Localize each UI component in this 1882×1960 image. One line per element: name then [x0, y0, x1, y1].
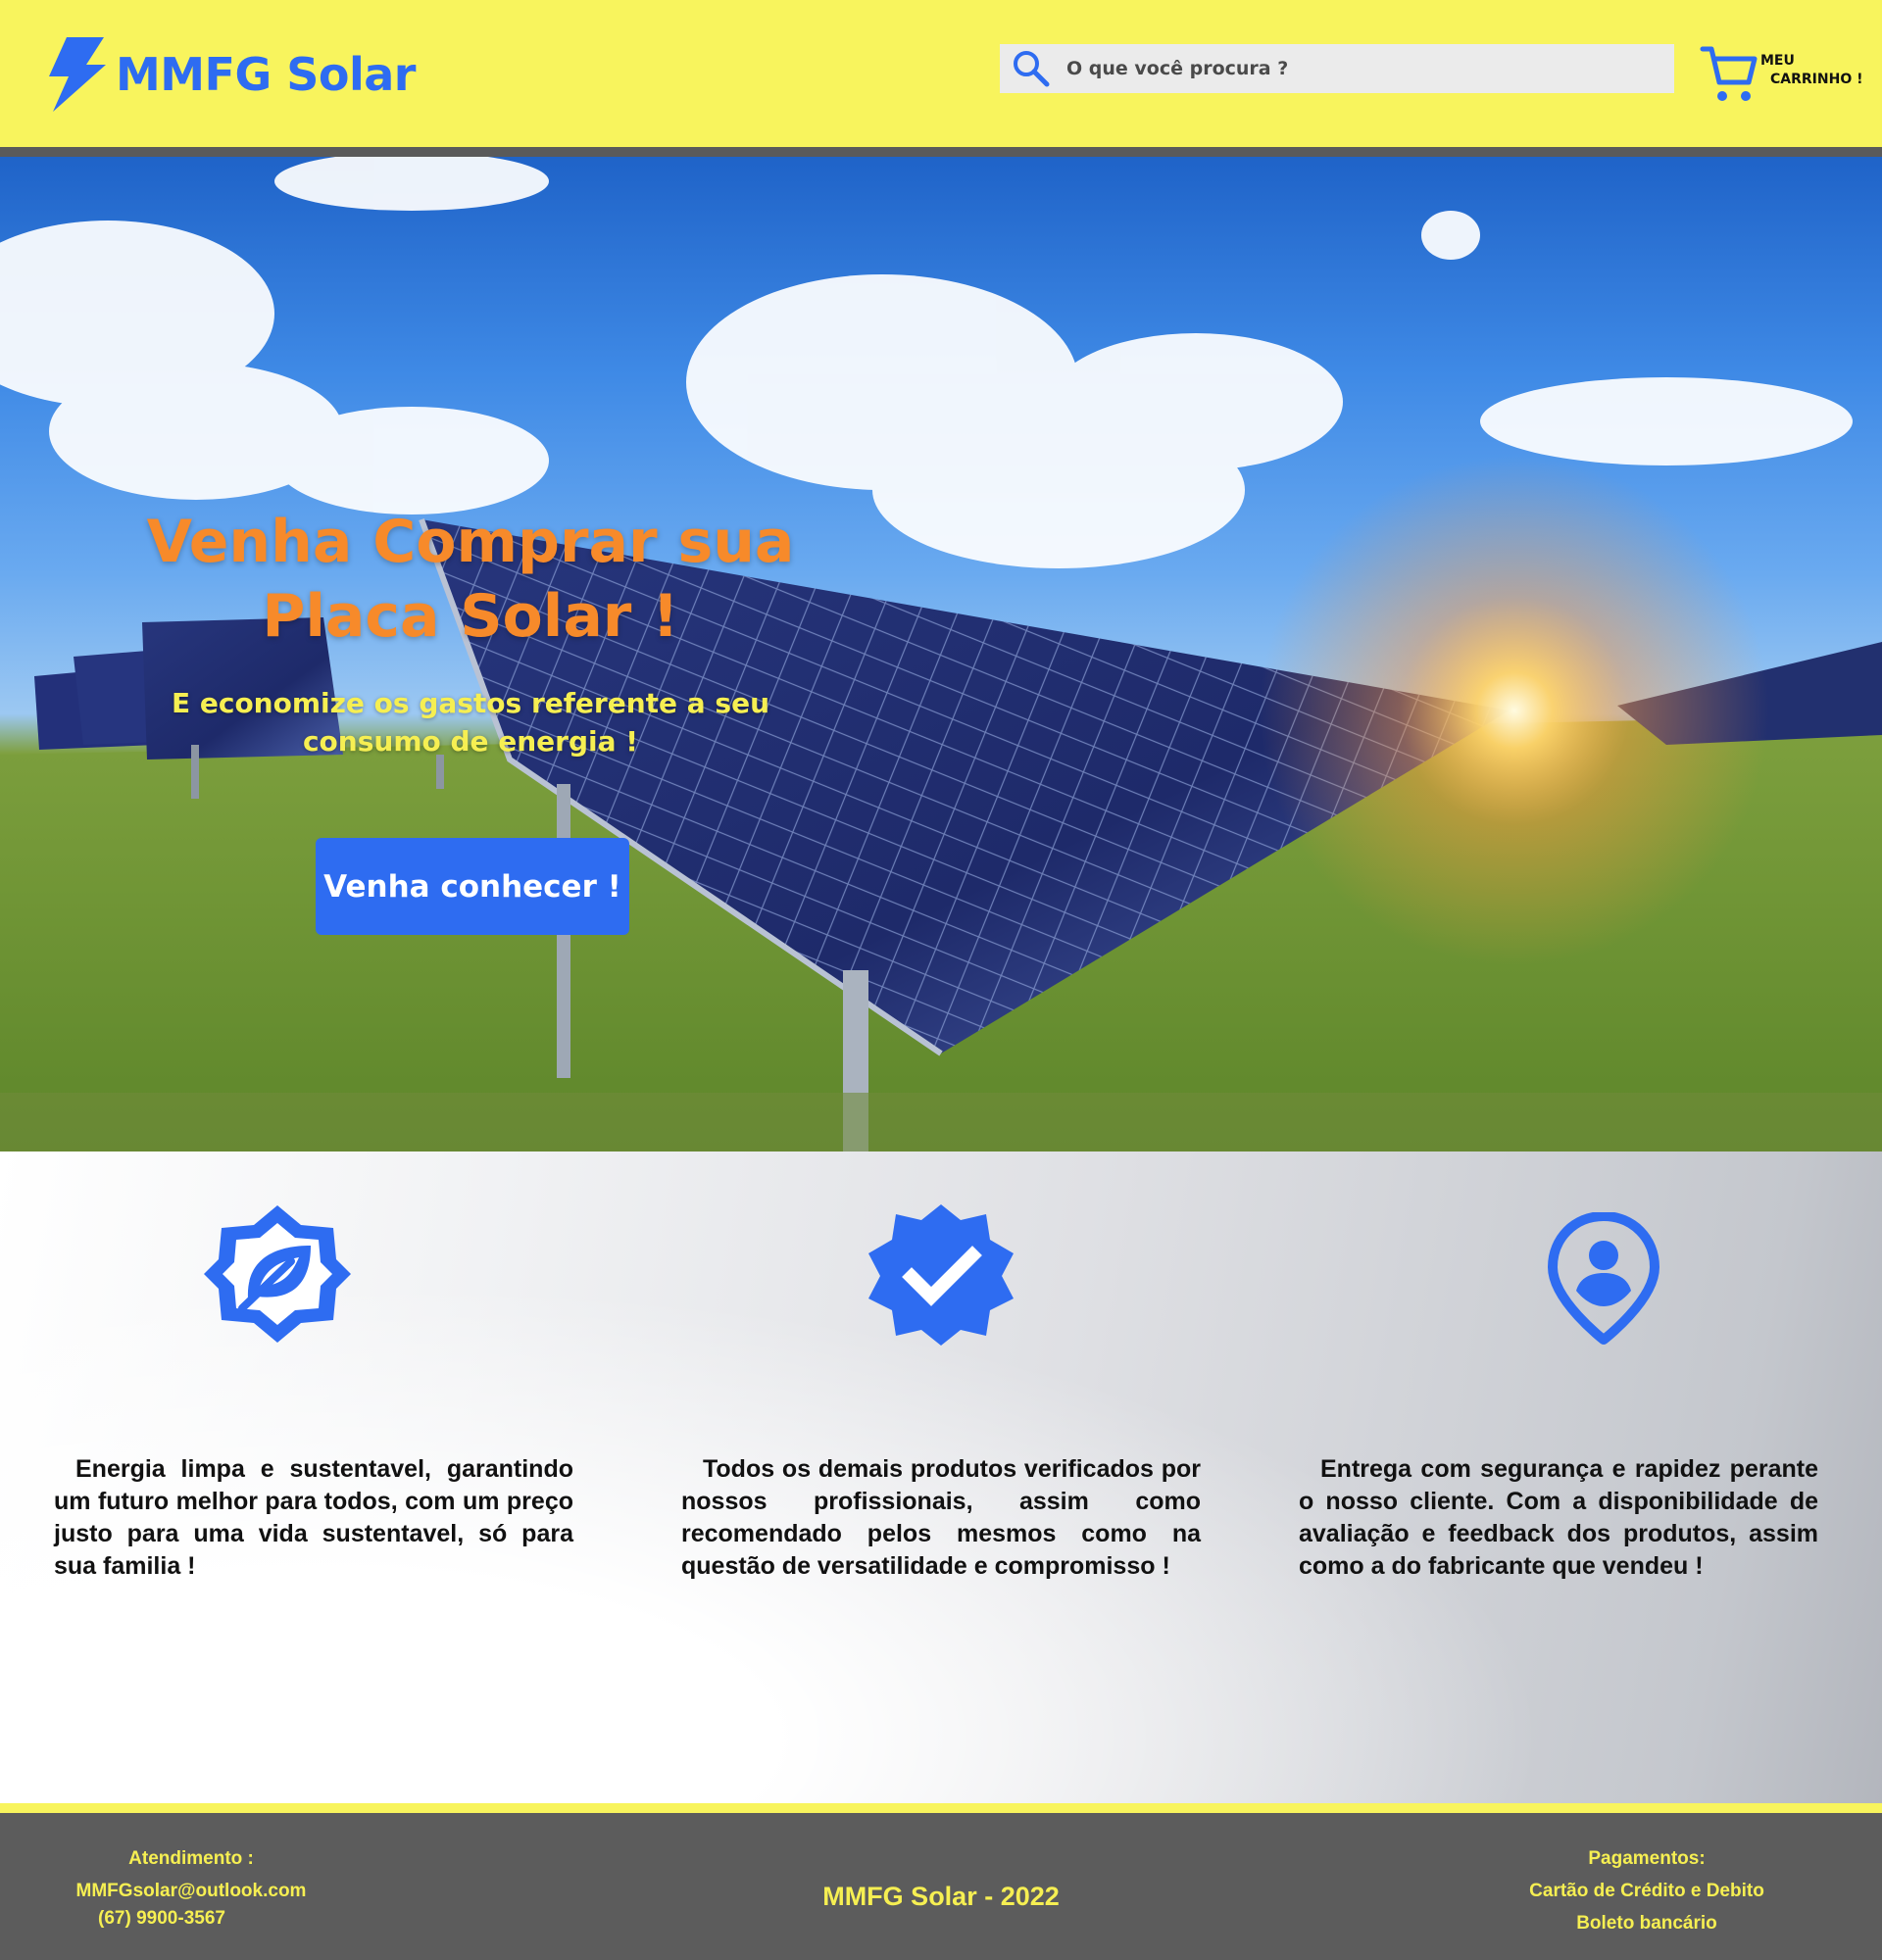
- feature-text-1: Energia limpa e sustentavel, garantindo …: [54, 1455, 573, 1580]
- lightning-bolt-icon: [49, 37, 106, 112]
- footer-payments: Pagamentos: Cartão de Crédito e Debito B…: [1470, 1842, 1823, 1939]
- verified-check-badge-icon: [865, 1202, 1017, 1346]
- hero-subtitle: E economize os gastos referente a seu co…: [171, 687, 770, 758]
- cart-button[interactable]: MEU CARRINHO !: [1700, 43, 1862, 106]
- feature-text-3: Entrega com segurança e rapidez perante …: [1299, 1455, 1818, 1580]
- footer-contact: Atendimento : MMFGsolar@outlook.com (67)…: [49, 1842, 333, 1931]
- footer-divider: [0, 1803, 1882, 1813]
- hero-title: Venha Comprar sua Placa Solar !: [146, 508, 795, 651]
- cart-label: MEU CARRINHO !: [1760, 52, 1862, 89]
- cart-label-line1: MEU: [1760, 53, 1795, 69]
- brand-logo[interactable]: MMFG Solar: [43, 35, 416, 114]
- contact-title: Atendimento :: [128, 1848, 254, 1869]
- shopping-cart-icon: [1700, 46, 1758, 101]
- payment-method-boleto: Boleto bancário: [1576, 1913, 1717, 1934]
- payment-method-card: Cartão de Crédito e Debito: [1529, 1881, 1764, 1901]
- search-input[interactable]: [1066, 58, 1655, 79]
- site-footer: Atendimento : MMFGsolar@outlook.com (67)…: [0, 1813, 1882, 1960]
- solar-field-image: [0, 157, 1882, 1152]
- hero-banner: Venha Comprar sua Placa Solar ! E econom…: [0, 157, 1882, 1152]
- footer-copyright: MMFG Solar - 2022: [822, 1882, 1060, 1911]
- cart-label-line2: CARRINHO !: [1770, 72, 1863, 87]
- hero-cta-button[interactable]: Venha conhecer !: [316, 838, 629, 935]
- contact-email-link[interactable]: MMFGsolar@outlook.com: [49, 1875, 333, 1907]
- feature-text-2: Todos os demais produtos verificados por…: [681, 1455, 1201, 1580]
- search-icon[interactable]: [1012, 49, 1051, 88]
- payments-title: Pagamentos:: [1588, 1848, 1706, 1869]
- person-location-pin-icon: [1547, 1211, 1660, 1345]
- brand-name: MMFG Solar: [116, 48, 416, 101]
- contact-phone: (67) 9900-3567: [98, 1908, 225, 1929]
- header-divider: [0, 147, 1882, 157]
- search-bar[interactable]: [1000, 44, 1674, 93]
- features-section: Energia limpa e sustentavel, garantindo …: [0, 1152, 1882, 1803]
- site-header: MMFG Solar MEU CARRINHO !: [0, 0, 1882, 147]
- eco-leaf-badge-icon: [201, 1200, 354, 1348]
